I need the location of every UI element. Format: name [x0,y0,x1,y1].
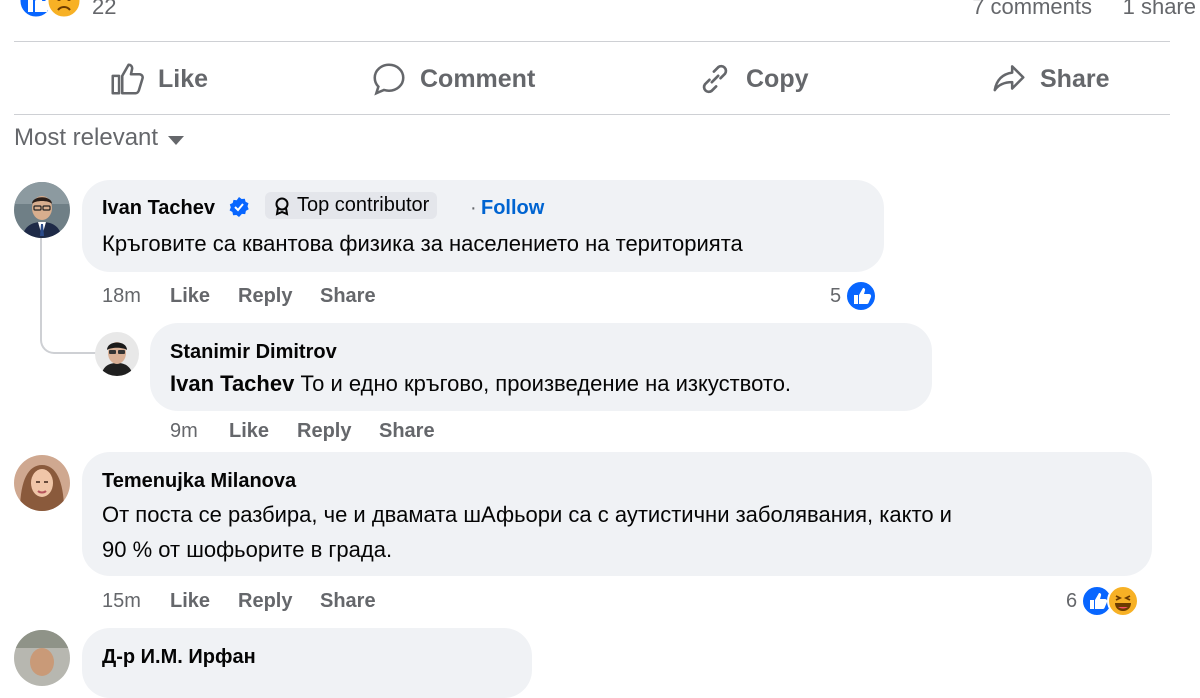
share-icon [993,65,1025,92]
reply-author[interactable]: Stanimir Dimitrov [170,341,337,364]
reply-meta: 9m Like Reply Share [170,420,435,443]
comment-text: Кръговите са квантова физика за населени… [102,231,743,256]
avatar[interactable] [14,630,70,686]
divider [14,41,1170,42]
share-link[interactable]: Share [320,285,376,308]
reply-body: То и едно кръгово, произведение на изкус… [300,371,792,396]
like-label: Like [158,64,209,93]
comment-author[interactable]: Д-р И.М. Ирфан [102,646,256,669]
sort-dropdown[interactable]: Most relevant [14,124,185,152]
comment-author[interactable]: Temenujka Milanova [102,470,296,493]
copy-label: Copy [746,64,809,93]
like-link[interactable]: Like [170,590,238,613]
reply-link[interactable]: Reply [238,590,320,613]
comment-icon [373,63,405,96]
link-icon [702,64,728,94]
caret-down-icon [168,135,185,145]
comment-text-line: От поста се разбира, че и двамата шАфьор… [102,502,952,527]
avatar[interactable] [14,455,70,511]
share-link[interactable]: Share [379,420,435,443]
follow-button[interactable]: Follow [481,197,544,220]
reply-link[interactable]: Reply [297,420,379,443]
share-label: Share [1040,64,1110,93]
post-stats: 7 comments 1 share [972,0,1196,20]
like-reaction-icon [845,280,878,312]
comment-reactions[interactable]: 5 [830,280,878,312]
separator-dot: · [470,197,477,219]
top-contributor-icon [275,197,289,216]
thumbs-up-icon [111,63,144,95]
reply-time[interactable]: 9m [170,420,229,443]
like-link[interactable]: Like [229,420,297,443]
like-button[interactable]: Like [108,56,208,102]
shares-count[interactable]: 1 share [1123,0,1196,19]
comment-label: Comment [420,64,536,93]
comment-time[interactable]: 18m [102,285,170,308]
top-contributor-badge[interactable]: Top contributor [265,192,438,219]
comment-button[interactable]: Comment [370,56,535,102]
comment-meta: 18m Like Reply Share [102,285,376,308]
reply-link[interactable]: Reply [238,285,320,308]
verified-icon [228,196,250,223]
avatar[interactable] [14,182,70,238]
reaction-count: 6 [1066,589,1078,612]
reaction-count[interactable]: 22 [92,0,116,20]
comment-author[interactable]: Ivan Tachev [102,197,215,220]
reaction-count: 5 [830,284,842,307]
like-link[interactable]: Like [170,285,238,308]
avatar[interactable] [95,332,139,376]
comment-meta: 15m Like Reply Share [102,590,376,613]
badge-label: Top contributor [297,194,430,216]
care-reaction-icon [45,0,83,20]
share-button[interactable]: Share [990,56,1109,102]
reply-text: Ivan Tachev То и едно кръгово, произведе… [170,365,791,402]
sort-label: Most relevant [14,124,159,151]
reaction-summary-icons[interactable] [14,0,84,22]
mention-link[interactable]: Ivan Tachev [170,371,294,396]
comment-time[interactable]: 15m [102,590,170,613]
haha-reaction-icon [1107,585,1140,617]
comment-reactions[interactable]: 6 [1066,585,1140,617]
copy-button[interactable]: Copy [696,56,809,102]
share-link[interactable]: Share [320,590,376,613]
comments-count[interactable]: 7 comments [972,0,1092,19]
divider [14,114,1170,115]
comment-text-line: 90 % от шофьорите в града. [102,537,393,562]
